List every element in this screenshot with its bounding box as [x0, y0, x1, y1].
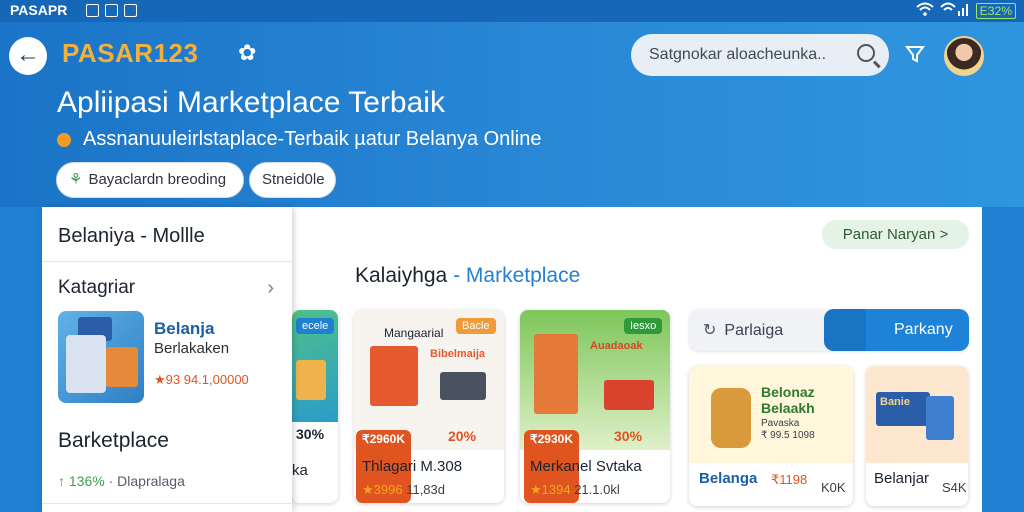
product-image-title: Mangaarial — [384, 326, 444, 340]
signal-icon — [939, 2, 970, 19]
search-bar[interactable]: Satgnokar aloacheunka.. — [631, 34, 889, 76]
product-discount: 30% — [296, 426, 325, 442]
user-avatar[interactable] — [944, 36, 984, 76]
app-header: ← PASAR123 ✿ Satgnokar aloacheunka.. Apl… — [0, 22, 1024, 222]
product-image — [866, 366, 968, 463]
sidebar-stat: ↑ 136% · Dlapralaga — [58, 473, 185, 489]
status-right: ЕЗ2% — [915, 2, 1016, 19]
segment-indicator — [824, 309, 866, 351]
screenshot-icon — [124, 4, 137, 17]
package-icon — [296, 360, 326, 400]
arrow-left-icon: ← — [16, 41, 40, 68]
product-image-text: Bibelmaija — [430, 348, 486, 360]
product-image-price: ₹ 99.5 1098 — [761, 430, 815, 441]
filter-icon[interactable] — [904, 44, 926, 66]
product-card[interactable]: Mangaarial Bibelmaija Bacle ₹2960K 20% T… — [354, 310, 504, 503]
app-logo: PASAR123 — [62, 38, 199, 68]
sidebar-item-marketplace[interactable]: Barketplace — [58, 429, 169, 453]
sidebar-drawer: Belaniya - Mollle Katagriar › Belanja Be… — [42, 207, 292, 512]
featured-product-image[interactable] — [58, 311, 144, 403]
product-extra: K0K — [821, 480, 846, 495]
gear-icon[interactable]: ✿ — [238, 40, 256, 66]
product-name: ka — [292, 462, 308, 479]
sidebar-item-category[interactable]: Katagriar — [58, 277, 135, 299]
cabinet-icon — [370, 346, 418, 406]
subtitle-text: Assnanuuleirlstaplace-Terbaik µatur Bela… — [83, 128, 542, 150]
product-name: Belanga — [699, 470, 758, 487]
product-image-sub: Pavaska — [761, 418, 800, 429]
segment-right-label: Parkany — [894, 321, 953, 338]
sidebar-title[interactable]: Belaniya - Mollle — [58, 225, 205, 248]
product-name: Merkanel Svtaka — [530, 458, 642, 475]
product-image-text: Auadaoak — [590, 340, 643, 352]
divider — [42, 261, 292, 262]
product-name: Belanjar — [874, 470, 930, 487]
wifi-icon — [915, 2, 934, 19]
jar-icon — [926, 396, 954, 440]
product-price: ₹1198 — [771, 472, 808, 487]
product-price: ★3996 11,83d — [362, 482, 445, 497]
product-name: Thlagari M.308 — [362, 458, 463, 475]
page-subtitle: Assnanuuleirlstaplace-Terbaik µatur Bela… — [57, 128, 541, 151]
chip-label: Stneid0le — [262, 171, 325, 188]
see-all-button[interactable]: Panar Naryan > — [822, 220, 969, 249]
product-image-text: Belonaz Belaakh — [761, 384, 815, 416]
product-badge: Bacle — [456, 318, 496, 334]
leaf-icon: ⚘ — [69, 171, 83, 188]
product-card[interactable]: Banie Belanjar S4K — [866, 366, 968, 506]
featured-product-subtitle: Berlakaken — [154, 340, 230, 357]
product-card[interactable]: ecele 30% ka — [292, 310, 338, 503]
notification-icon — [86, 4, 99, 17]
product-image-text: Banie — [880, 396, 910, 408]
orange-dot-icon — [57, 132, 71, 147]
product-card[interactable]: Belonaz Belaakh Pavaska ₹ 99.5 1098 Bela… — [689, 366, 853, 506]
page-title: Apliipasi Marketplace Terbaik — [57, 86, 445, 119]
featured-product-name[interactable]: Belanja — [154, 319, 214, 339]
package-icon — [106, 347, 138, 387]
status-app-name: PASAPR — [10, 2, 68, 18]
stat-label: · Dlapralaga — [108, 473, 185, 489]
section-title: Kalaiyhga - Marketplace — [355, 264, 580, 288]
appliance-icon — [534, 334, 578, 414]
section-title-main: Kalaiyhga — [355, 264, 448, 287]
product-badge: ecele — [296, 318, 335, 334]
filter-chip-1[interactable]: ⚘Bayaclardn breoding › — [56, 162, 244, 222]
refresh-icon: ↻ — [703, 322, 717, 339]
chip-label: Bayaclardn breoding — [88, 171, 227, 188]
product-extra: S4K — [942, 480, 967, 495]
divider — [42, 503, 292, 504]
battery-indicator: ЕЗ2% — [975, 2, 1016, 19]
status-icons — [86, 4, 137, 17]
gallery-icon — [105, 4, 118, 17]
product-badge: Iesxo — [624, 318, 663, 334]
printer-icon — [440, 372, 486, 400]
store-icon — [604, 380, 654, 410]
back-button[interactable]: ← — [9, 37, 47, 75]
featured-product-price: ★93 94.1,00000 — [154, 372, 249, 387]
segment-right[interactable]: Parkany — [824, 309, 969, 351]
appliance-icon — [66, 335, 106, 393]
status-bar: PASAPR ЕЗ2% — [0, 0, 1024, 22]
segment-left[interactable]: ↻ Parlaiga — [703, 320, 783, 340]
section-title-accent: - Marketplace — [453, 264, 581, 287]
segmented-control: ↻ Parlaiga Parkany — [689, 309, 969, 351]
search-input[interactable]: Satgnokar aloacheunka.. — [649, 46, 826, 64]
search-icon[interactable] — [857, 44, 875, 62]
stat-value: ↑ 136% — [58, 473, 105, 489]
filter-chip-2[interactable]: Stneid0le — [249, 162, 336, 198]
product-price: ★1394 21.1.0kl — [530, 482, 620, 497]
segment-left-label: Parlaiga — [724, 322, 784, 339]
bottle-icon — [711, 388, 751, 448]
chevron-right-icon[interactable]: › — [267, 277, 274, 300]
product-card[interactable]: Auadaoak Iesxo ₹2930K 30% Merkanel Svtak… — [520, 310, 670, 503]
